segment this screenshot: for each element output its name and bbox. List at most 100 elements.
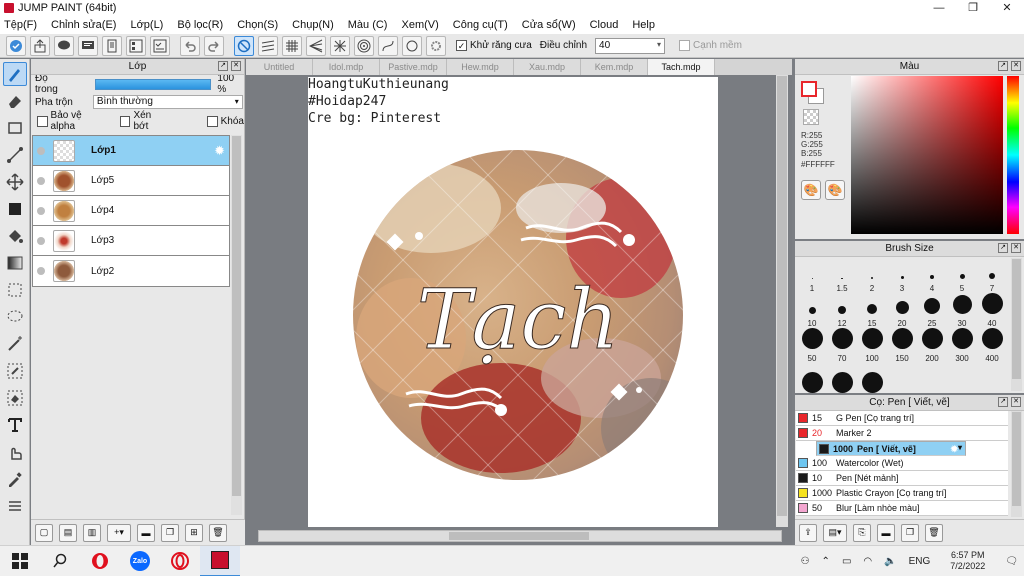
notifications-icon[interactable]: 🗨 bbox=[1005, 556, 1018, 567]
brush-size-option[interactable]: 30 bbox=[947, 293, 977, 328]
brush-size-option[interactable] bbox=[857, 363, 887, 398]
pen-scrollbar[interactable] bbox=[1011, 411, 1022, 517]
menu-select[interactable]: Chọn(S) bbox=[237, 19, 278, 31]
layer-item[interactable]: Lớp2 bbox=[33, 256, 229, 286]
start-button[interactable] bbox=[0, 546, 40, 576]
pen-item[interactable]: 20 Marker 2 bbox=[796, 426, 1008, 441]
brush-size-option[interactable]: 40 bbox=[977, 293, 1007, 328]
hue-slider[interactable] bbox=[1007, 76, 1019, 234]
tab-untitled[interactable]: Untitled bbox=[246, 59, 313, 75]
brush-size-option[interactable]: 1 bbox=[797, 258, 827, 293]
taskbar-jump-paint[interactable] bbox=[200, 545, 240, 576]
soft-edge-toggle[interactable]: Cạnh mềm bbox=[679, 40, 742, 51]
panel-button[interactable] bbox=[126, 35, 146, 56]
pen-item[interactable]: 100 Watercolor (Wet) bbox=[796, 456, 1008, 471]
tool-hand[interactable] bbox=[3, 440, 27, 464]
popout-icon[interactable]: ↗ bbox=[998, 61, 1008, 71]
tool-more[interactable] bbox=[3, 494, 27, 518]
visibility-icon[interactable] bbox=[37, 146, 45, 155]
search-button[interactable] bbox=[40, 546, 80, 576]
layer-scrollbar[interactable] bbox=[231, 135, 242, 515]
merge-layer-button[interactable]: ⊞ bbox=[185, 523, 203, 542]
soft-edge-checkbox[interactable] bbox=[679, 40, 691, 51]
canvas-vertical-scrollbar[interactable] bbox=[776, 75, 788, 527]
new-8bit-layer-button[interactable]: ▤ bbox=[59, 523, 77, 542]
layer-item[interactable]: Lớp1 ✹ bbox=[33, 136, 229, 166]
visibility-icon[interactable] bbox=[37, 267, 45, 275]
pen-item[interactable]: 1000 Plastic Crayon [Cọ trang trí] bbox=[796, 486, 1008, 501]
canvas-document[interactable]: HoangtuKuthieunang #Hoidap247 Cre bg: Pi… bbox=[308, 77, 718, 527]
checklist-button[interactable] bbox=[150, 35, 170, 56]
canvas-horizontal-scrollbar[interactable] bbox=[258, 530, 782, 542]
tab-kem[interactable]: Kem.mdp bbox=[581, 59, 648, 75]
tab-pastive[interactable]: Pastive.mdp bbox=[380, 59, 447, 75]
tool-lasso[interactable] bbox=[3, 305, 27, 329]
menu-cloud[interactable]: Cloud bbox=[590, 19, 619, 31]
tool-gradient[interactable] bbox=[3, 251, 27, 275]
brush-size-option[interactable]: 70 bbox=[827, 328, 857, 363]
blend-mode-select[interactable]: Bình thường bbox=[92, 95, 243, 109]
brush-scrollbar[interactable] bbox=[1011, 258, 1022, 391]
clock[interactable]: 6:57 PM 7/2/2022 bbox=[944, 550, 991, 572]
brush-size-option[interactable] bbox=[827, 363, 857, 398]
undo-button[interactable] bbox=[180, 35, 200, 56]
tool-eyedropper[interactable] bbox=[3, 467, 27, 491]
pen-item[interactable]: 15 G Pen [Cọ trang trí] bbox=[796, 411, 1008, 426]
brush-size-option[interactable]: 10 bbox=[797, 293, 827, 328]
volume-icon[interactable]: 🔈 bbox=[884, 556, 896, 567]
no-ruler-button[interactable] bbox=[234, 35, 254, 56]
visibility-icon[interactable] bbox=[37, 176, 45, 185]
taskbar-zalo[interactable]: Zalo bbox=[120, 546, 160, 576]
menu-filter[interactable]: Bộ lọc(R) bbox=[177, 19, 223, 31]
brush-size-option[interactable]: 1.5 bbox=[827, 258, 857, 293]
visibility-icon[interactable] bbox=[37, 206, 45, 215]
menu-layer[interactable]: Lớp(L) bbox=[130, 19, 163, 31]
gear-icon[interactable]: ✹ bbox=[214, 143, 225, 159]
new-1bit-layer-button[interactable]: ▥ bbox=[83, 523, 101, 542]
panel-close-icon[interactable]: ✕ bbox=[1011, 243, 1021, 253]
tool-bucket[interactable] bbox=[3, 224, 27, 248]
tab-hew[interactable]: Hew.mdp bbox=[447, 59, 514, 75]
protect-alpha-checkbox[interactable] bbox=[37, 115, 48, 127]
grid-ruler-button[interactable] bbox=[282, 35, 302, 56]
menu-color[interactable]: Màu (C) bbox=[348, 19, 388, 31]
taskbar-opera[interactable] bbox=[80, 546, 120, 576]
folder-button[interactable]: ▬ bbox=[137, 523, 155, 542]
add-layer-menu-button[interactable]: +▾ bbox=[107, 523, 131, 542]
menu-tools[interactable]: Công cụ(T) bbox=[453, 19, 508, 31]
tab-idol[interactable]: Idol.mdp bbox=[313, 59, 380, 75]
pen-item-selected[interactable]: 1000 Pen [ Viết, vẽ] ✹ bbox=[816, 441, 966, 456]
transparent-color-swatch[interactable] bbox=[803, 109, 819, 125]
speech-bubble-button[interactable] bbox=[54, 35, 74, 56]
export-button[interactable] bbox=[30, 35, 50, 56]
menu-view[interactable]: Xem(V) bbox=[401, 19, 438, 31]
redo-button[interactable] bbox=[204, 35, 224, 56]
new-layer-button[interactable]: ▢ bbox=[35, 523, 53, 542]
panel-close-icon[interactable]: ✕ bbox=[231, 61, 241, 71]
tool-move[interactable] bbox=[3, 170, 27, 194]
page-button[interactable] bbox=[102, 35, 122, 56]
wifi-icon[interactable]: ◠ bbox=[863, 556, 872, 567]
menu-file[interactable]: Tệp(F) bbox=[4, 19, 37, 31]
popout-icon[interactable]: ↗ bbox=[218, 61, 228, 71]
adjust-input[interactable]: 40 bbox=[595, 37, 666, 54]
brush-size-option[interactable]: 15 bbox=[857, 293, 887, 328]
curve-ruler-button[interactable] bbox=[378, 35, 398, 56]
tool-eraser[interactable] bbox=[3, 89, 27, 113]
minimize-button[interactable]: — bbox=[922, 0, 956, 16]
layer-item[interactable]: Lớp4 bbox=[33, 196, 229, 226]
popout-icon[interactable]: ↗ bbox=[998, 397, 1008, 407]
language-indicator[interactable]: ENG bbox=[909, 556, 931, 567]
lock-checkbox[interactable] bbox=[207, 115, 218, 127]
brush-size-option[interactable] bbox=[797, 363, 827, 398]
brush-size-option[interactable]: 2 bbox=[857, 258, 887, 293]
opacity-slider[interactable] bbox=[94, 78, 212, 90]
popout-icon[interactable]: ↗ bbox=[998, 243, 1008, 253]
brush-size-option[interactable]: 100 bbox=[857, 328, 887, 363]
tool-rectangle[interactable] bbox=[3, 116, 27, 140]
perspective-ruler-button[interactable] bbox=[306, 35, 326, 56]
duplicate-layer-button[interactable]: ❐ bbox=[161, 523, 179, 542]
ruler-settings-button[interactable] bbox=[426, 35, 446, 56]
pen-add-menu-button[interactable]: ▤▾ bbox=[823, 523, 847, 542]
tool-brush[interactable] bbox=[3, 62, 27, 86]
